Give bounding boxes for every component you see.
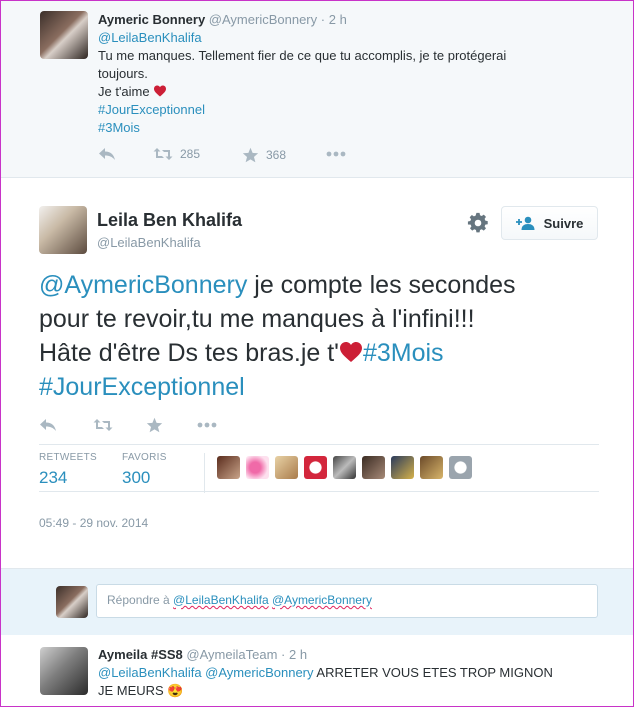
- favorite-count: 368: [266, 148, 287, 162]
- mention-link[interactable]: @LeilaBenKhalifa: [98, 665, 202, 680]
- author-handle[interactable]: @AymeilaTeam: [186, 647, 277, 662]
- tweet-text: @AymericBonnery je compte les secondes p…: [39, 268, 609, 404]
- star-icon: [242, 147, 259, 163]
- avatar[interactable]: [420, 456, 443, 479]
- tweet-text: @LeilaBenKhalifa Tu me manques. Tellemen…: [98, 29, 506, 137]
- text-line: toujours.: [98, 66, 148, 81]
- separator: ·: [281, 647, 286, 662]
- avatar[interactable]: [449, 456, 472, 479]
- avatar: [56, 586, 88, 618]
- stat-label: RETWEETS: [39, 452, 97, 463]
- avatar[interactable]: [391, 456, 414, 479]
- text-segment: je compte les secondes: [247, 271, 516, 299]
- avatar[interactable]: [304, 456, 327, 479]
- context-tweet-aymeric[interactable]: Aymeric Bonnery @AymericBonnery · 2 h @L…: [1, 1, 633, 178]
- hashtag-link[interactable]: #JourExceptionnel: [39, 373, 245, 401]
- author-name[interactable]: Aymeila #SS8: [98, 647, 183, 662]
- more-icon: [326, 151, 346, 157]
- retweet-icon: [93, 419, 113, 431]
- star-icon: [146, 417, 163, 433]
- tweet-time[interactable]: 2 h: [329, 12, 347, 27]
- author-handle[interactable]: @AymericBonnery: [209, 12, 317, 27]
- avatar[interactable]: [39, 206, 87, 254]
- follow-button[interactable]: Suivre: [501, 206, 598, 240]
- favoriter-avatars: [217, 456, 472, 479]
- divider: [39, 444, 599, 445]
- stat-value: 300: [122, 468, 151, 487]
- more-button[interactable]: [197, 422, 217, 428]
- author-name[interactable]: Aymeric Bonnery: [98, 12, 205, 27]
- tweet-timestamp[interactable]: 05:49 - 29 nov. 2014: [39, 516, 148, 530]
- avatar[interactable]: [40, 647, 88, 695]
- author-handle[interactable]: @LeilaBenKhalifa: [97, 235, 201, 250]
- follow-label: Suivre: [543, 215, 584, 231]
- heart-eyes-emoji: 😍: [167, 683, 184, 698]
- retweet-count: 285: [180, 147, 201, 161]
- retweet-button[interactable]: [93, 418, 113, 432]
- retweet-icon: [153, 148, 173, 160]
- tweet-header: Aymeila #SS8 @AymeilaTeam · 2 h: [98, 647, 307, 662]
- more-icon: [197, 422, 217, 428]
- reply-mention: @AymericBonnery: [271, 593, 372, 607]
- gear-icon[interactable]: [467, 212, 489, 234]
- reply-icon: [40, 419, 56, 431]
- tweet-text: @LeilaBenKhalifa @AymericBonnery ARRETER…: [98, 664, 553, 700]
- retweets-stat[interactable]: RETWEETS 234: [39, 452, 97, 488]
- retweet-button[interactable]: 285: [153, 147, 200, 161]
- vertical-divider: [204, 453, 205, 493]
- reply-button[interactable]: [98, 147, 116, 161]
- separator: ·: [320, 12, 326, 27]
- favorite-button[interactable]: [146, 417, 163, 433]
- stat-value: 234: [39, 468, 68, 487]
- hashtag-link[interactable]: #3Mois: [98, 120, 140, 135]
- reply-tweet-aymeila[interactable]: Aymeila #SS8 @AymeilaTeam · 2 h @LeilaBe…: [1, 635, 633, 706]
- tweet-time[interactable]: 2 h: [289, 647, 307, 662]
- hashtag-link[interactable]: #3Mois: [363, 339, 444, 367]
- heart-icon: [339, 342, 362, 362]
- favorite-button[interactable]: 368: [242, 147, 286, 163]
- stat-label: FAVORIS: [122, 452, 167, 463]
- avatar[interactable]: [217, 456, 240, 479]
- avatar[interactable]: [333, 456, 356, 479]
- reply-input[interactable]: Répondre à @LeilaBenKhalifa @AymericBonn…: [96, 584, 598, 618]
- text-line: pour te revoir,tu me manques à l'infini!…: [39, 305, 475, 333]
- permalink-tweet: Leila Ben Khalifa @LeilaBenKhalifa Suivr…: [1, 178, 633, 568]
- reply-button[interactable]: [39, 418, 57, 432]
- reply-box: Répondre à @LeilaBenKhalifa @AymericBonn…: [1, 568, 633, 636]
- mention-link[interactable]: @AymericBonnery: [39, 271, 247, 299]
- avatar[interactable]: [275, 456, 298, 479]
- divider: [39, 491, 599, 492]
- reply-mention: @LeilaBenKhalifa: [173, 593, 269, 607]
- mention-link[interactable]: @AymericBonnery: [205, 665, 313, 680]
- hashtag-link[interactable]: #JourExceptionnel: [98, 102, 205, 117]
- mention-link[interactable]: @LeilaBenKhalifa: [98, 30, 202, 45]
- add-user-icon: [515, 216, 535, 230]
- reply-prefix: Répondre à: [107, 593, 174, 607]
- more-button[interactable]: [326, 151, 346, 157]
- author-name[interactable]: Leila Ben Khalifa: [97, 210, 242, 231]
- text-segment: Hâte d'être Ds tes bras.je t': [39, 339, 339, 367]
- avatar[interactable]: [246, 456, 269, 479]
- text-segment: ARRETER VOUS ETES TROP MIGNON: [313, 665, 553, 680]
- text-line: Tu me manques. Tellement fier de ce que …: [98, 48, 507, 63]
- avatar[interactable]: [362, 456, 385, 479]
- reply-icon: [99, 148, 115, 160]
- favorites-stat[interactable]: FAVORIS 300: [122, 452, 167, 488]
- heart-icon: [154, 85, 167, 97]
- text-segment: JE MEURS: [98, 683, 164, 698]
- tweet-stream-frame: Aymeric Bonnery @AymericBonnery · 2 h @L…: [0, 0, 634, 707]
- tweet-header: Aymeric Bonnery @AymericBonnery · 2 h: [98, 12, 347, 27]
- text-line: Je t'aime: [98, 84, 150, 99]
- avatar[interactable]: [40, 11, 88, 59]
